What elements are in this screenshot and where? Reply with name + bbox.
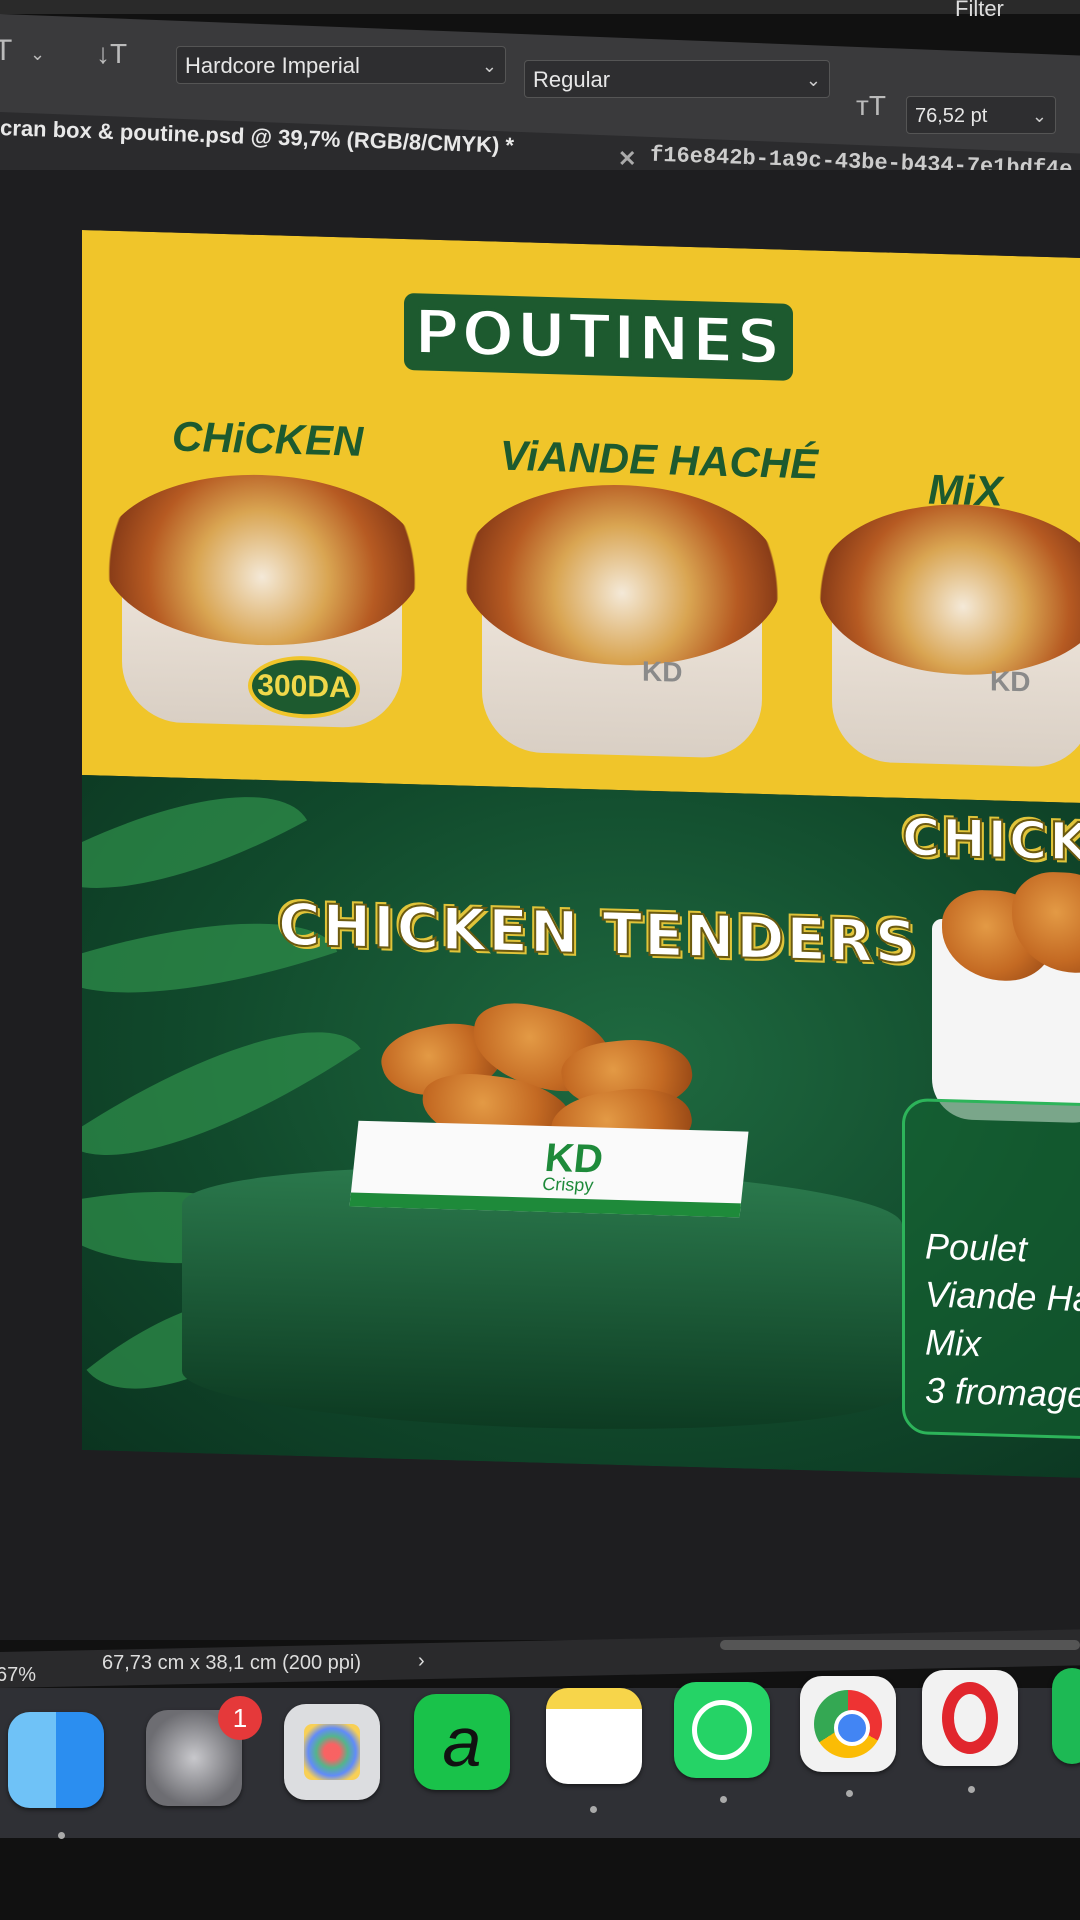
poutines-section: POUTINES CHiCKEN ViANDE HACHÉ MiX 300DA …	[82, 230, 1080, 804]
opera-icon[interactable]	[922, 1670, 1018, 1766]
text-orientation-icon[interactable]: ↓T	[96, 38, 127, 70]
menu-item: Poulet	[925, 1225, 1028, 1270]
chevron-right-icon[interactable]: ›	[418, 1650, 425, 1673]
menu-bar: Filter	[0, 0, 1080, 21]
chevron-down-icon: ⌄	[1031, 106, 1047, 126]
spotify-icon[interactable]	[1052, 1668, 1080, 1764]
chicken-tenders-title: CHICKEN TENDERS	[277, 889, 919, 977]
running-indicator	[968, 1786, 975, 1793]
document-size: 67,73 cm x 38,1 cm (200 ppi)	[102, 1652, 362, 1674]
finder-icon[interactable]	[8, 1712, 104, 1808]
chevron-down-icon: ⌄	[805, 70, 821, 90]
item-label-viande: ViANDE HACHÉ	[500, 431, 819, 488]
item-label-chicken: CHiCKEN	[172, 412, 364, 465]
chevron-down-icon[interactable]: ⌄	[30, 44, 45, 65]
whatsapp-icon[interactable]	[674, 1682, 770, 1778]
zoom-level[interactable]: 67%	[0, 1664, 36, 1687]
notes-icon[interactable]	[546, 1688, 642, 1784]
running-indicator	[846, 1790, 853, 1797]
font-size-value: 76,52 pt	[915, 105, 988, 127]
brand-logo: KD	[642, 655, 683, 688]
notification-badge: 1	[218, 1696, 262, 1740]
launchpad-grid	[304, 1724, 360, 1780]
poutines-title: POUTINES	[413, 294, 785, 380]
running-indicator	[720, 1796, 727, 1803]
whatsapp-glyph	[692, 1700, 752, 1760]
menu-filter[interactable]: Filter	[955, 0, 1004, 22]
font-family-value: Hardcore Imperial	[185, 53, 360, 78]
font-size-select[interactable]: 76,52 pt ⌄	[906, 96, 1056, 134]
text-tool-icon[interactable]: T	[0, 34, 12, 68]
tenders-section: CHICKEN TENDERS KD Crispy CHICKE Poulet …	[82, 741, 1080, 1479]
brand-logo: KD	[990, 665, 1031, 698]
poutines-title-box: POUTINES	[404, 292, 793, 381]
running-indicator	[58, 1832, 65, 1839]
font-style-select[interactable]: Regular ⌄	[524, 60, 830, 98]
opera-ring	[942, 1682, 998, 1754]
chrome-icon[interactable]	[800, 1676, 896, 1772]
close-tab-icon[interactable]: ✕	[618, 146, 636, 172]
launchpad-icon[interactable]	[284, 1704, 380, 1800]
horizontal-scrollbar[interactable]	[720, 1640, 1080, 1650]
chicken-bucket-title: CHICKE	[901, 807, 1080, 875]
chrome-center	[834, 1710, 870, 1746]
font-family-select[interactable]: Hardcore Imperial ⌄	[176, 46, 506, 84]
menu-panel: Poulet Viande Ha Mix 3 fromage	[902, 1097, 1080, 1442]
menu-item: Mix	[925, 1321, 981, 1365]
menu-item: Viande Ha	[925, 1273, 1080, 1320]
brand-subtitle: Crispy	[541, 1173, 595, 1196]
font-size-icon: тT	[856, 90, 886, 121]
running-indicator	[590, 1806, 597, 1813]
poster-artwork[interactable]: POUTINES CHiCKEN ViANDE HACHÉ MiX 300DA …	[82, 230, 1080, 1479]
font-style-value: Regular	[533, 67, 611, 92]
chevron-down-icon: ⌄	[481, 56, 497, 76]
tenders-box: KD Crispy	[349, 1120, 749, 1218]
menu-item: 3 fromage	[925, 1369, 1080, 1416]
airtime-icon[interactable]: a	[414, 1694, 510, 1790]
